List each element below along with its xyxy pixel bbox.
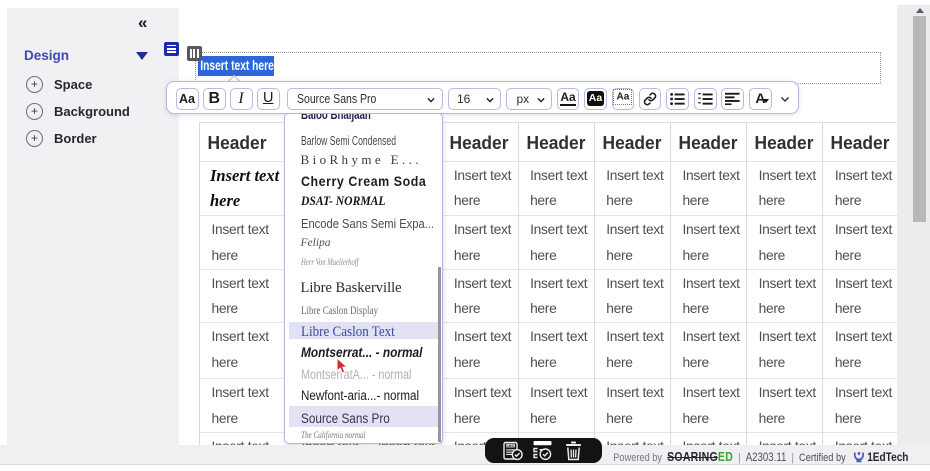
- svg-text:LMS: LMS: [507, 444, 515, 448]
